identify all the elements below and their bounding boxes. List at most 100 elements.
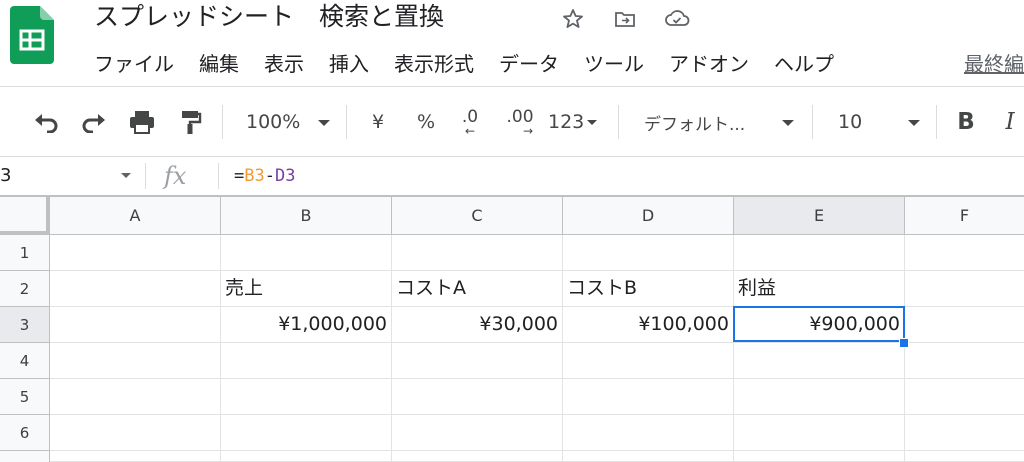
- cell-f5[interactable]: [905, 379, 1024, 415]
- menu-help[interactable]: ヘルプ: [774, 48, 834, 80]
- menu-file[interactable]: ファイル: [94, 48, 174, 80]
- name-box-dropdown-icon[interactable]: [121, 173, 131, 178]
- column-header-b[interactable]: B: [221, 197, 392, 235]
- currency-format-button[interactable]: ¥: [362, 87, 394, 157]
- decrease-decimal-button[interactable]: .0 ←: [452, 87, 488, 157]
- menu-bar: ファイル 編集 表示 挿入 表示形式 データ ツール アドオン ヘルプ: [94, 48, 859, 80]
- menu-data[interactable]: データ: [499, 48, 559, 80]
- zoom-select[interactable]: 100%: [238, 87, 338, 157]
- select-all-corner[interactable]: [0, 197, 50, 235]
- increase-decimal-button[interactable]: .00 →: [500, 87, 540, 157]
- cell-a6[interactable]: [50, 415, 221, 451]
- row-header-1[interactable]: 1: [0, 235, 50, 271]
- menu-tools[interactable]: ツール: [584, 48, 644, 80]
- cell-d5[interactable]: [563, 379, 734, 415]
- formula-input[interactable]: =B3-D3: [234, 157, 295, 195]
- cell-e4[interactable]: [734, 343, 905, 379]
- cell-c6[interactable]: [392, 415, 563, 451]
- cloud-saved-icon[interactable]: [664, 6, 690, 32]
- cell-a7[interactable]: [50, 451, 221, 462]
- font-size-value: 10: [838, 111, 863, 133]
- menu-edit[interactable]: 編集: [199, 48, 239, 80]
- cell-c3[interactable]: ¥30,000: [392, 307, 563, 343]
- cell-a1[interactable]: [50, 235, 221, 271]
- cell-f6[interactable]: [905, 415, 1024, 451]
- cell-d7[interactable]: [563, 451, 734, 462]
- cell-c1[interactable]: [392, 235, 563, 271]
- star-icon[interactable]: [560, 6, 586, 32]
- italic-button[interactable]: I: [996, 87, 1024, 157]
- cell-b4[interactable]: [221, 343, 392, 379]
- cell-b2[interactable]: 売上: [221, 271, 392, 307]
- cell-b1[interactable]: [221, 235, 392, 271]
- row-header-6[interactable]: 6: [0, 415, 50, 451]
- cell-e5[interactable]: [734, 379, 905, 415]
- cell-a4[interactable]: [50, 343, 221, 379]
- cell-c2[interactable]: コストA: [392, 271, 563, 307]
- cell-f1[interactable]: [905, 235, 1024, 271]
- cell-e3[interactable]: ¥900,000: [734, 307, 905, 343]
- formula-operator: -: [264, 166, 275, 186]
- cell-a3[interactable]: [50, 307, 221, 343]
- cell-d4[interactable]: [563, 343, 734, 379]
- font-size-select[interactable]: 10: [828, 87, 928, 157]
- name-box[interactable]: 3: [0, 157, 145, 195]
- font-family-select[interactable]: デフォルト...: [634, 87, 800, 157]
- row-header-2[interactable]: 2: [0, 271, 50, 307]
- more-formats-button[interactable]: 123: [548, 87, 604, 157]
- cell-d3[interactable]: ¥100,000: [563, 307, 734, 343]
- cell-f3[interactable]: [905, 307, 1024, 343]
- row-header-7[interactable]: [0, 451, 50, 462]
- column-header-e[interactable]: E: [734, 197, 905, 235]
- cell-a2[interactable]: [50, 271, 221, 307]
- arrow-left-icon: ←: [464, 124, 476, 138]
- bold-button[interactable]: B: [950, 87, 982, 157]
- document-title[interactable]: スプレッドシート 検索と置換: [94, 0, 444, 34]
- cell-c5[interactable]: [392, 379, 563, 415]
- cell-e1[interactable]: [734, 235, 905, 271]
- row-header-5[interactable]: 5: [0, 379, 50, 415]
- cell-e6[interactable]: [734, 415, 905, 451]
- column-header-c[interactable]: C: [392, 197, 563, 235]
- toolbar-divider: [618, 105, 619, 139]
- toolbar-divider: [346, 105, 347, 139]
- move-to-folder-icon[interactable]: [612, 6, 638, 32]
- cell-a5[interactable]: [50, 379, 221, 415]
- menu-insert[interactable]: 挿入: [329, 48, 369, 80]
- cell-d6[interactable]: [563, 415, 734, 451]
- more-formats-dropdown-icon: [587, 119, 598, 125]
- row-header-3[interactable]: 3: [0, 307, 50, 343]
- last-edit-link[interactable]: 最終編: [964, 48, 1024, 80]
- sheets-logo[interactable]: [8, 4, 58, 66]
- percent-format-button[interactable]: %: [410, 87, 442, 157]
- toolbar-divider: [812, 105, 813, 139]
- cell-d2[interactable]: コストB: [563, 271, 734, 307]
- formula-equals: =: [234, 166, 245, 186]
- formula-bar-divider: [218, 163, 219, 189]
- cell-e2[interactable]: 利益: [734, 271, 905, 307]
- print-icon[interactable]: [124, 87, 160, 157]
- column-header-a[interactable]: A: [50, 197, 221, 235]
- cell-c4[interactable]: [392, 343, 563, 379]
- cell-b5[interactable]: [221, 379, 392, 415]
- cell-f4[interactable]: [905, 343, 1024, 379]
- menu-addons[interactable]: アドオン: [669, 48, 749, 80]
- font-family-value: デフォルト...: [644, 114, 746, 135]
- cell-b7[interactable]: [221, 451, 392, 462]
- cell-b6[interactable]: [221, 415, 392, 451]
- redo-icon[interactable]: [76, 87, 112, 157]
- menu-view[interactable]: 表示: [264, 48, 304, 80]
- cell-f7[interactable]: [905, 451, 1024, 462]
- cell-d1[interactable]: [563, 235, 734, 271]
- fill-handle[interactable]: [899, 338, 909, 348]
- paint-format-icon[interactable]: [172, 87, 208, 157]
- row-header-4[interactable]: 4: [0, 343, 50, 379]
- menu-format[interactable]: 表示形式: [394, 48, 474, 80]
- column-header-f[interactable]: F: [905, 197, 1024, 235]
- cell-e7[interactable]: [734, 451, 905, 462]
- cell-f2[interactable]: [905, 271, 1024, 307]
- cell-c7[interactable]: [392, 451, 563, 462]
- undo-icon[interactable]: [28, 87, 64, 157]
- cell-b3[interactable]: ¥1,000,000: [221, 307, 392, 343]
- column-header-d[interactable]: D: [563, 197, 734, 235]
